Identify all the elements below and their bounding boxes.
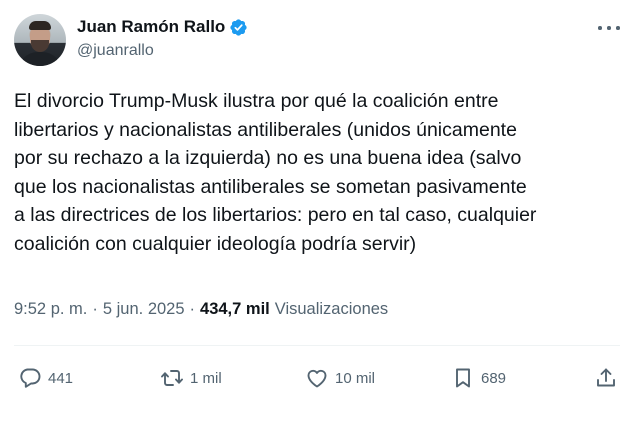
verified-badge-icon bbox=[230, 18, 247, 36]
views-label: Visualizaciones bbox=[274, 300, 389, 318]
avatar[interactable] bbox=[14, 14, 66, 66]
tweet-header: Juan Ramón Rallo @juanrallo bbox=[14, 14, 620, 66]
author-display-name[interactable]: Juan Ramón Rallo bbox=[77, 17, 225, 37]
retweet-button[interactable]: 1 mil bbox=[160, 366, 222, 390]
more-icon[interactable] bbox=[598, 18, 620, 38]
author-handle[interactable]: @juanrallo bbox=[77, 42, 154, 60]
bookmark-icon bbox=[456, 368, 470, 388]
author-name-row: Juan Ramón Rallo bbox=[77, 17, 248, 37]
heart-icon bbox=[307, 369, 327, 388]
retweet-count: 1 mil bbox=[190, 369, 222, 387]
reply-icon bbox=[20, 368, 41, 388]
bookmark-button[interactable]: 689 bbox=[451, 366, 506, 390]
meta-separator: · bbox=[92, 300, 98, 318]
tweet-text: El divorcio Trump-Musk ilustra por qué l… bbox=[14, 90, 537, 255]
reply-button[interactable]: 441 bbox=[18, 366, 73, 390]
retweet-icon bbox=[161, 370, 183, 386]
divider bbox=[14, 345, 620, 346]
bookmark-count: 689 bbox=[481, 369, 507, 387]
tweet-meta: 9:52 p. m. · 5 jun. 2025 · 434,7 mil Vis… bbox=[14, 300, 388, 319]
share-button[interactable] bbox=[594, 366, 618, 390]
reply-count: 441 bbox=[48, 369, 74, 387]
tweet-time[interactable]: 9:52 p. m. bbox=[14, 300, 87, 319]
like-count: 10 mil bbox=[335, 369, 376, 387]
like-button[interactable]: 10 mil bbox=[305, 366, 375, 390]
action-bar: 441 1 mil 10 mil 689 bbox=[14, 366, 620, 396]
tweet-date[interactable]: 5 jun. 2025 bbox=[103, 300, 185, 319]
share-icon bbox=[597, 368, 615, 387]
meta-separator: · bbox=[189, 300, 196, 318]
views-count: 434,7 mil bbox=[200, 300, 270, 318]
